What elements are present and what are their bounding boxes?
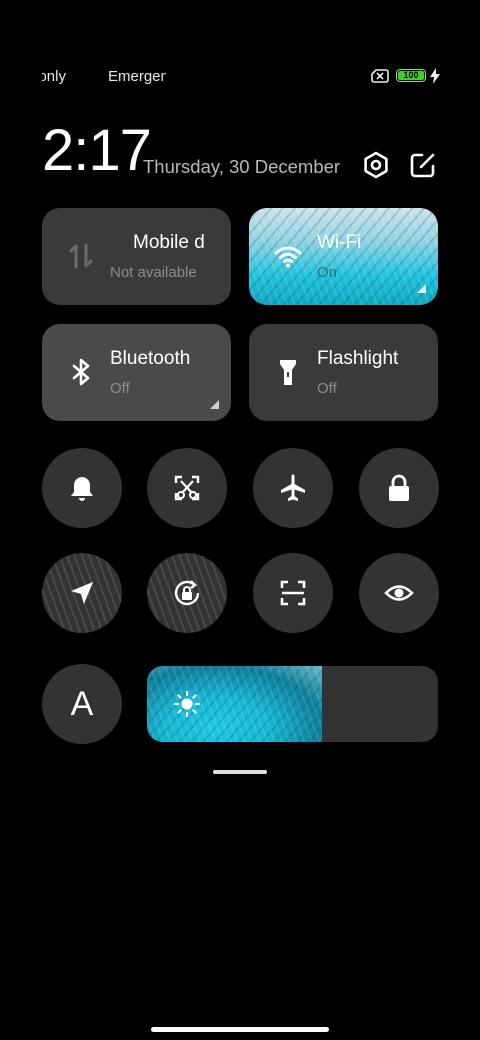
location-icon — [71, 582, 93, 604]
sound-toggle[interactable] — [42, 448, 122, 528]
bluetooth-icon — [72, 358, 90, 386]
mobile-data-icon — [69, 243, 93, 269]
wifi-tile[interactable]: Wi-Fi On — [249, 208, 438, 305]
wifi-label: Wi-Fi — [317, 232, 362, 253]
scan-toggle[interactable] — [253, 553, 333, 633]
wifi-status: On — [317, 264, 338, 281]
screenshot-toggle[interactable] — [147, 448, 227, 528]
airplane-toggle[interactable] — [253, 448, 333, 528]
mobile-data-tile[interactable]: Mobile d Not available — [42, 208, 231, 305]
drag-handle[interactable] — [213, 770, 267, 774]
flashlight-status: Off — [317, 380, 337, 397]
reading-mode-toggle[interactable] — [359, 553, 439, 633]
bolt-icon — [430, 68, 440, 84]
mobile-data-label: Mobile d — [133, 232, 205, 253]
battery-level: 100 — [398, 71, 424, 80]
date-label: Thursday, 30 December — [143, 156, 341, 177]
brightness-slider[interactable] — [147, 666, 438, 742]
flashlight-icon — [280, 360, 296, 385]
mobile-data-status: Not available — [110, 264, 197, 281]
settings-icon[interactable] — [361, 150, 391, 180]
rotation-lock-icon — [174, 580, 200, 606]
wifi-icon — [274, 246, 302, 268]
carrier-text: only — [42, 68, 66, 85]
edit-icon[interactable] — [408, 150, 438, 180]
status-bar: only Emergen 100 — [0, 66, 480, 88]
carrier-text-2: Emergen — [108, 68, 166, 85]
flashlight-label: Flashlight — [317, 348, 399, 369]
clock: 2:17 — [42, 118, 152, 183]
battery-indicator: 100 — [396, 69, 426, 82]
eye-icon — [384, 585, 414, 601]
rotation-lock-toggle[interactable] — [147, 553, 227, 633]
bluetooth-status: Off — [110, 380, 130, 397]
flashlight-tile[interactable]: Flashlight Off — [249, 324, 438, 421]
bluetooth-tile[interactable]: Bluetooth Off — [42, 324, 231, 421]
lock-icon — [389, 474, 409, 501]
bell-icon — [71, 477, 93, 501]
sun-icon — [173, 690, 201, 718]
scan-icon — [280, 580, 306, 606]
bluetooth-label: Bluetooth — [110, 348, 191, 369]
auto-brightness-label: A — [70, 685, 94, 723]
expand-corner — [210, 400, 219, 409]
lock-toggle[interactable] — [359, 448, 439, 528]
location-toggle[interactable] — [42, 553, 122, 633]
expand-corner — [417, 284, 426, 293]
home-indicator[interactable] — [151, 1027, 329, 1032]
no-sim-icon — [371, 69, 389, 83]
auto-brightness-button[interactable]: A — [42, 664, 122, 744]
airplane-icon — [281, 474, 305, 501]
screenshot-icon — [174, 475, 200, 501]
